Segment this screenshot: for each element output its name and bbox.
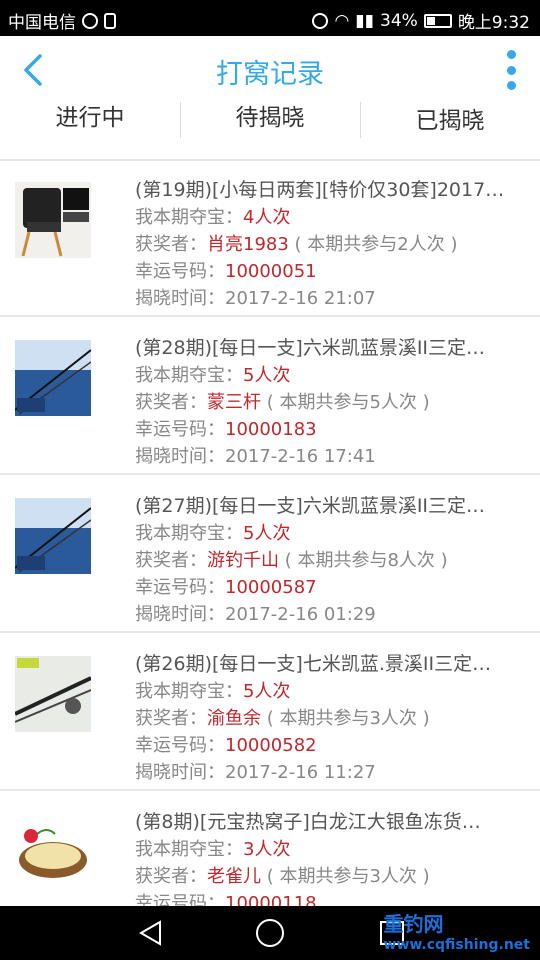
bet-label: 我本期夺宝： bbox=[135, 523, 243, 544]
notification-icon bbox=[104, 12, 116, 29]
list-item[interactable]: (第27期)[每日一支]六米凯蓝景溪II三定… 我本期夺宝：5人次 获奖者：游钓… bbox=[0, 477, 540, 633]
winner-label: 获奖者： bbox=[135, 392, 207, 413]
battery-icon bbox=[423, 13, 452, 28]
tab-ongoing[interactable]: 进行中 bbox=[0, 96, 180, 140]
signal-icon: ▮▮ bbox=[355, 10, 375, 31]
status-bar: 中国电信 ◠ ▮▮ 34% 晚上9:32 bbox=[0, 0, 540, 36]
item-title: (第27期)[每日一支]六米凯蓝景溪II三定… bbox=[135, 495, 486, 517]
clock: 晚上9:32 bbox=[457, 13, 530, 33]
reveal-label: 揭晓时间： bbox=[135, 446, 225, 467]
reveal-time: 2017-2-16 01:29 bbox=[225, 604, 376, 625]
reveal-label: 揭晓时间： bbox=[135, 762, 225, 783]
lucky-label: 幸运号码： bbox=[135, 261, 225, 282]
participation: ( 本期共参与2人次 ) bbox=[294, 234, 458, 255]
carrier-label: 中国电信 bbox=[8, 13, 76, 33]
bet-count: 3人次 bbox=[243, 839, 291, 860]
watermark-url: www.cqfishing.net bbox=[383, 937, 530, 953]
participation: ( 本期共参与3人次 ) bbox=[266, 708, 430, 729]
lucky-label: 幸运号码： bbox=[135, 893, 225, 907]
bet-label: 我本期夺宝： bbox=[135, 365, 243, 386]
winner-label: 获奖者： bbox=[135, 550, 207, 571]
winner-name[interactable]: 肖亮1983 bbox=[207, 234, 289, 255]
list-item[interactable]: (第8期)[元宝热窝子]白龙江大银鱼冻货… 我本期夺宝：3人次 获奖者：老雀儿 … bbox=[0, 793, 540, 907]
watermark: 重钓网 www.cqfishing.net bbox=[384, 908, 530, 953]
item-title: (第8期)[元宝热窝子]白龙江大银鱼冻货… bbox=[135, 811, 481, 833]
list-item[interactable]: (第26期)[每日一支]七米凯蓝.景溪II三定… 我本期夺宝：5人次 获奖者：渝… bbox=[0, 635, 540, 791]
nav-back-icon[interactable] bbox=[138, 920, 162, 946]
wechat-icon bbox=[82, 12, 98, 29]
tab-pending[interactable]: 待揭晓 bbox=[180, 96, 360, 140]
battery-percent: 34% bbox=[380, 10, 418, 31]
bet-label: 我本期夺宝： bbox=[135, 839, 243, 860]
winner-label: 获奖者： bbox=[135, 234, 207, 255]
lucky-number: 10000582 bbox=[225, 735, 317, 756]
participation: ( 本期共参与5人次 ) bbox=[266, 392, 430, 413]
reveal-time: 2017-2-16 11:27 bbox=[225, 762, 376, 783]
reveal-label: 揭晓时间： bbox=[135, 604, 225, 625]
item-title: (第19期)[小每日两套][特价仅30套]2017… bbox=[135, 179, 505, 201]
bet-label: 我本期夺宝： bbox=[135, 207, 243, 228]
lucky-number: 10000051 bbox=[225, 261, 317, 282]
reveal-time: 2017-2-16 17:41 bbox=[225, 446, 376, 467]
list-item[interactable]: (第28期)[每日一支]六米凯蓝景溪II三定… 我本期夺宝：5人次 获奖者：蒙三… bbox=[0, 319, 540, 475]
participation: ( 本期共参与8人次 ) bbox=[284, 550, 448, 571]
bet-count: 5人次 bbox=[243, 681, 291, 702]
winner-label: 获奖者： bbox=[135, 708, 207, 729]
product-thumbnail bbox=[15, 340, 91, 416]
bet-label: 我本期夺宝： bbox=[135, 681, 243, 702]
reveal-label: 揭晓时间： bbox=[135, 288, 225, 309]
reveal-time: 2017-2-16 21:07 bbox=[225, 288, 376, 309]
bet-count: 4人次 bbox=[243, 207, 291, 228]
product-thumbnail bbox=[15, 814, 91, 890]
product-thumbnail bbox=[15, 182, 91, 258]
lucky-number: 10000587 bbox=[225, 577, 317, 598]
lucky-label: 幸运号码： bbox=[135, 419, 225, 440]
nav-home-icon[interactable] bbox=[256, 919, 284, 947]
product-thumbnail bbox=[15, 656, 91, 732]
list-item[interactable]: (第19期)[小每日两套][特价仅30套]2017… 我本期夺宝：4人次 获奖者… bbox=[0, 161, 540, 317]
winner-label: 获奖者： bbox=[135, 866, 207, 887]
item-title: (第28期)[每日一支]六米凯蓝景溪II三定… bbox=[135, 337, 486, 359]
page-title: 打窝记录 bbox=[216, 59, 324, 90]
bet-count: 5人次 bbox=[243, 523, 291, 544]
watermark-brand: 重钓网 bbox=[383, 912, 444, 936]
lucky-number: 10000183 bbox=[225, 419, 317, 440]
alarm-icon bbox=[312, 12, 329, 29]
record-list: (第19期)[小每日两套][特价仅30套]2017… 我本期夺宝：4人次 获奖者… bbox=[0, 161, 540, 907]
lucky-label: 幸运号码： bbox=[135, 577, 225, 598]
winner-name[interactable]: 蒙三杆 bbox=[207, 392, 261, 413]
winner-name[interactable]: 渝鱼余 bbox=[207, 708, 261, 729]
bet-count: 5人次 bbox=[243, 365, 291, 386]
product-thumbnail bbox=[15, 498, 91, 574]
lucky-number: 10000118 bbox=[225, 893, 317, 907]
winner-name[interactable]: 游钓千山 bbox=[207, 550, 279, 571]
tab-bar: 进行中 待揭晓 已揭晓 bbox=[0, 96, 540, 140]
app-header: 打窝记录 bbox=[0, 36, 540, 104]
wifi-icon: ◠ bbox=[334, 10, 350, 31]
participation: ( 本期共参与3人次 ) bbox=[266, 866, 430, 887]
item-title: (第26期)[每日一支]七米凯蓝.景溪II三定… bbox=[135, 653, 492, 675]
more-vertical-icon[interactable] bbox=[504, 50, 518, 90]
lucky-label: 幸运号码： bbox=[135, 735, 225, 756]
tab-revealed[interactable]: 已揭晓 bbox=[360, 96, 540, 140]
winner-name[interactable]: 老雀儿 bbox=[207, 866, 261, 887]
